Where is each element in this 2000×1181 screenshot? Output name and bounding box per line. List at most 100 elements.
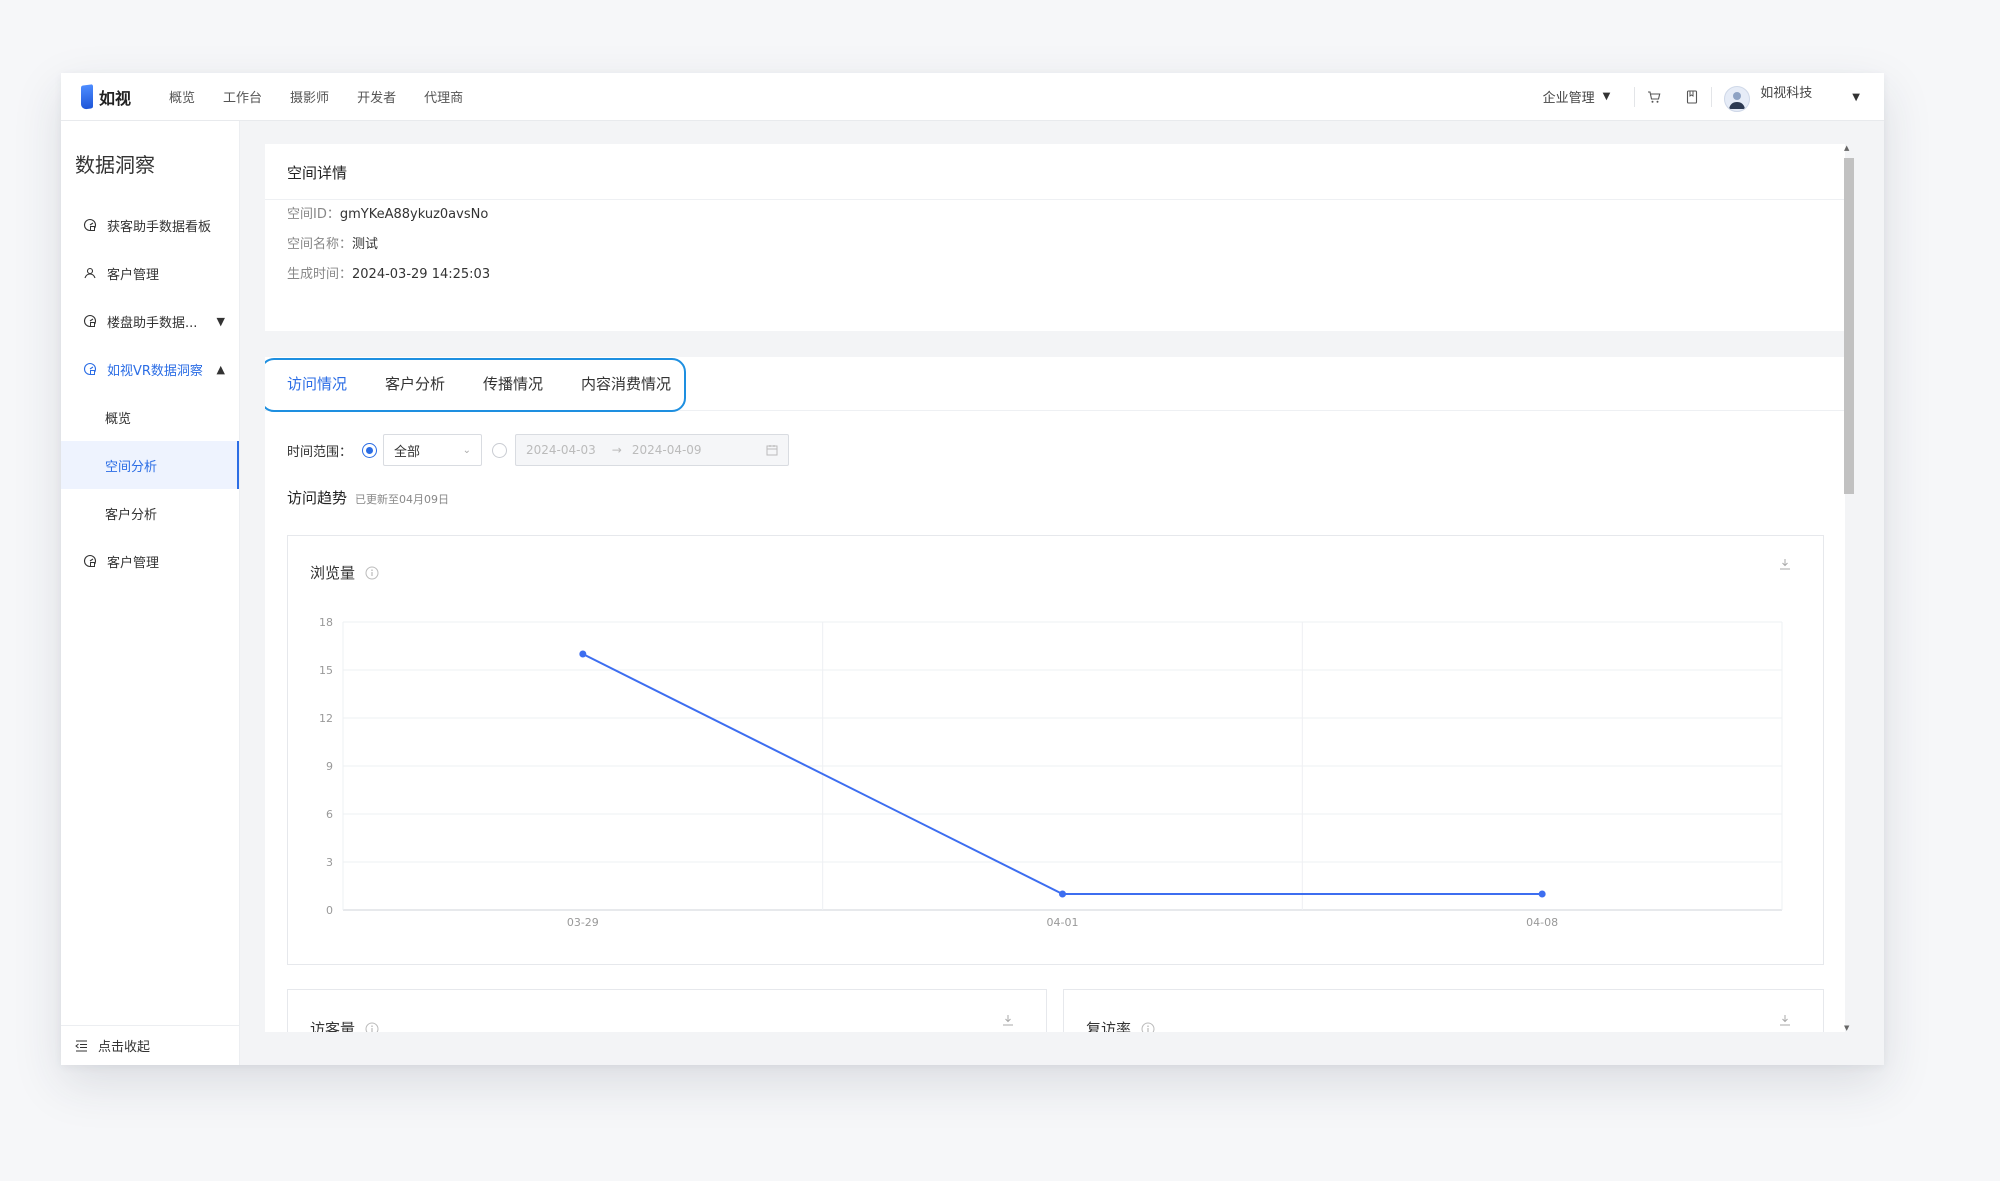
- tab-content-consumption[interactable]: 内容消费情况: [581, 373, 671, 394]
- top-navbar: 如视 概览 工作台 摄影师 开发者 代理商 企业管理 ▼ 如视科技 ▼: [61, 73, 1884, 121]
- sidebar-subitem-space-analysis[interactable]: 空间分析: [61, 441, 239, 489]
- chevron-up-icon: ▲: [216, 362, 225, 376]
- chevron-down-icon: ▼: [216, 314, 225, 328]
- return-rate-chart-header: 复访率: [1086, 1018, 1155, 1032]
- y-tick-label: 15: [319, 664, 333, 677]
- dashboard-icon: [83, 362, 97, 376]
- logo-text: 如视: [99, 88, 132, 108]
- user-menu[interactable]: 如视科技 ▼: [1724, 82, 1860, 112]
- data-point: [1059, 890, 1066, 898]
- radio-preset[interactable]: [362, 442, 378, 458]
- nav-item-developer[interactable]: 开发者: [357, 87, 396, 106]
- y-tick-label: 9: [326, 760, 333, 773]
- dashboard-icon: [83, 314, 97, 328]
- radio-custom[interactable]: [492, 442, 508, 458]
- tab-visits[interactable]: 访问情况: [287, 373, 347, 394]
- sidebar-item-label: 空间分析: [105, 459, 158, 475]
- avatar: [1724, 85, 1751, 112]
- info-icon[interactable]: [365, 1022, 379, 1032]
- app-window: 如视 概览 工作台 摄影师 开发者 代理商 企业管理 ▼ 如视科技 ▼ 数据洞察…: [61, 73, 1884, 1065]
- tab-spread[interactable]: 传播情况: [483, 373, 543, 394]
- main-content: 空间详情 空间ID：gmYKeA88ykuz0avsNo 空间名称：测试 生成时…: [265, 144, 1845, 1032]
- detail-value: 测试: [352, 237, 379, 252]
- y-tick-label: 18: [319, 616, 333, 629]
- download-icon[interactable]: [1002, 1014, 1014, 1026]
- y-tick-label: 12: [319, 712, 333, 725]
- sidebar-subitem-customer-analysis[interactable]: 客户分析: [61, 489, 239, 537]
- nav-item-overview[interactable]: 概览: [169, 87, 195, 106]
- time-range-filter: 时间范围： 全部 ⌄ 2024-04-03 → 2024-04-09: [265, 433, 1845, 467]
- content-scrollbar[interactable]: ▲ ▼: [1842, 144, 1854, 1032]
- sidebar-item-label: 如视VR数据洞察: [107, 363, 203, 379]
- sidebar-item-acquisition-dashboard[interactable]: 获客助手数据看板: [61, 201, 239, 249]
- nav-item-workbench[interactable]: 工作台: [223, 87, 262, 106]
- sidebar-item-customer-management-2[interactable]: 客户管理: [61, 537, 239, 585]
- user-name: 如视科技: [1760, 85, 1813, 101]
- trend-updated: 已更新至04月09日: [355, 493, 450, 506]
- sidebar-item-label: 楼盘助手数据...: [107, 315, 198, 331]
- x-tick-label: 03-29: [567, 916, 599, 929]
- y-tick-label: 3: [326, 856, 333, 869]
- detail-key: 空间ID：: [287, 207, 340, 222]
- series-line: [582, 653, 1543, 895]
- nav-item-agent[interactable]: 代理商: [424, 87, 463, 106]
- detail-key: 空间名称：: [287, 237, 353, 252]
- sidebar-item-property-assistant[interactable]: 楼盘助手数据... ▼: [61, 297, 239, 345]
- caret-down-icon: ▼: [1852, 91, 1860, 103]
- range-select[interactable]: 全部 ⌄: [383, 434, 483, 466]
- x-tick-label: 04-01: [1047, 916, 1079, 929]
- detail-value: gmYKeA88ykuz0avsNo: [339, 207, 489, 222]
- nav-item-photographer[interactable]: 摄影师: [290, 87, 329, 106]
- views-line-chart: 0 3 6 9 12 15 18 03-29 04-01 04-08: [319, 616, 1783, 929]
- sidebar-item-customer-management[interactable]: 客户管理: [61, 249, 239, 297]
- scroll-down-icon[interactable]: ▼: [1844, 1024, 1849, 1032]
- chevron-down-icon: ⌄: [462, 444, 472, 456]
- detail-row-space-id: 空间ID：gmYKeA88ykuz0avsNo: [265, 200, 1845, 230]
- views-chart-card: 浏览量 0 3 6 9 12 15 18 03-29 04-01 04-08: [287, 535, 1824, 965]
- data-point: [1538, 890, 1546, 898]
- space-detail-title: 空间详情: [265, 144, 1845, 200]
- range-select-value: 全部: [394, 444, 421, 460]
- detail-key: 生成时间：: [287, 267, 353, 282]
- visitors-chart-header: 访客量: [310, 1018, 379, 1032]
- document-icon[interactable]: [1673, 89, 1711, 104]
- cart-icon[interactable]: [1635, 90, 1673, 104]
- time-range-label: 时间范围：: [287, 444, 353, 460]
- return-rate-chart-title: 复访率: [1086, 1020, 1132, 1032]
- tab-customer-analysis[interactable]: 客户分析: [385, 373, 445, 394]
- menu-collapse-icon: [75, 1039, 88, 1052]
- dashboard-icon: [83, 218, 97, 232]
- sidebar-item-label: 概览: [105, 411, 132, 427]
- sidebar-subitem-overview[interactable]: 概览: [61, 393, 239, 441]
- caret-down-icon: ▼: [1602, 91, 1611, 102]
- calendar-icon: [766, 444, 778, 456]
- visitors-chart-card: 访客量: [287, 989, 1047, 1032]
- top-right-actions: 企业管理 ▼ 如视科技 ▼: [1543, 73, 1884, 120]
- sidebar-item-label: 客户分析: [105, 507, 158, 523]
- trend-heading: 访问趋势 已更新至04月09日: [265, 487, 1845, 508]
- sidebar-title: 数据洞察: [75, 153, 155, 177]
- info-icon[interactable]: [1141, 1022, 1155, 1032]
- brand-logo[interactable]: 如视: [81, 83, 132, 110]
- org-dropdown[interactable]: 企业管理 ▼: [1543, 87, 1611, 106]
- sidebar-item-label: 客户管理: [107, 555, 160, 571]
- divider: [1711, 86, 1713, 107]
- analysis-card: 访问情况 客户分析 传播情况 内容消费情况 时间范围： 全部 ⌄ 2024-04…: [265, 357, 1845, 1032]
- scroll-up-icon[interactable]: ▲: [1844, 144, 1849, 152]
- download-icon[interactable]: [1779, 1014, 1791, 1026]
- y-tick-label: 6: [326, 808, 333, 821]
- data-point: [579, 650, 587, 658]
- trend-title: 访问趋势: [287, 489, 348, 507]
- date-range-picker[interactable]: 2024-04-03 → 2024-04-09: [515, 434, 790, 466]
- sidebar-item-label: 获客助手数据看板: [107, 219, 212, 235]
- range-end: 2024-04-09: [631, 443, 702, 457]
- scrollbar-thumb[interactable]: [1844, 158, 1854, 494]
- sidebar: 数据洞察 获客助手数据看板 客户管理 楼盘助手数据... ▼ 如视VR数据洞察 …: [61, 121, 240, 1065]
- arrow-right-icon: →: [611, 443, 622, 457]
- dashboard-icon: [83, 554, 97, 568]
- collapse-sidebar-button[interactable]: 点击收起: [61, 1025, 239, 1065]
- user-group-icon: [83, 266, 97, 280]
- org-label: 企业管理: [1542, 91, 1595, 106]
- detail-value: 2024-03-29 14:25:03: [352, 267, 491, 282]
- sidebar-item-vr-insights[interactable]: 如视VR数据洞察 ▲: [61, 345, 239, 393]
